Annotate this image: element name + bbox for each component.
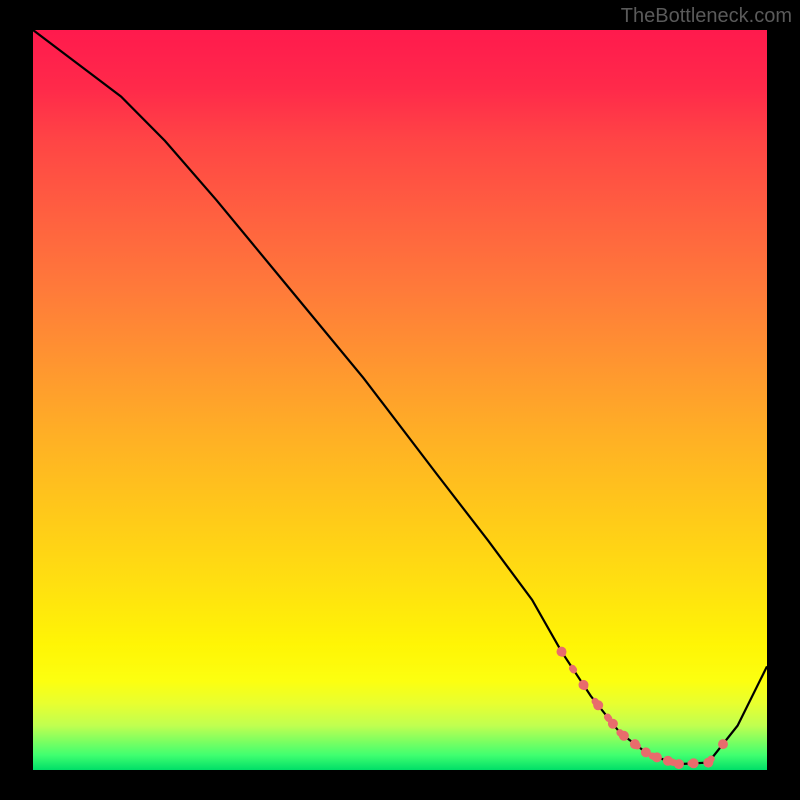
highlight-dot bbox=[579, 680, 589, 690]
highlight-dot bbox=[557, 647, 567, 657]
watermark-text: TheBottleneck.com bbox=[621, 5, 792, 28]
highlight-dot bbox=[689, 758, 699, 768]
highlight-dot bbox=[608, 719, 618, 729]
highlight-dot bbox=[674, 759, 684, 769]
highlight-dot bbox=[652, 752, 662, 762]
highlight-dots bbox=[557, 647, 729, 770]
chart-container: TheBottleneck.com bbox=[0, 0, 800, 800]
highlight-dot bbox=[703, 758, 713, 768]
highlight-dot bbox=[593, 700, 603, 710]
highlight-dot bbox=[663, 756, 673, 766]
highlight-dot bbox=[641, 747, 651, 757]
highlight-segment bbox=[562, 652, 724, 765]
plot-area bbox=[33, 30, 767, 770]
highlight-dot bbox=[619, 731, 629, 741]
bottleneck-curve bbox=[33, 30, 767, 764]
highlight-dot bbox=[718, 739, 728, 749]
highlight-dot bbox=[630, 739, 640, 749]
chart-svg bbox=[33, 30, 767, 770]
